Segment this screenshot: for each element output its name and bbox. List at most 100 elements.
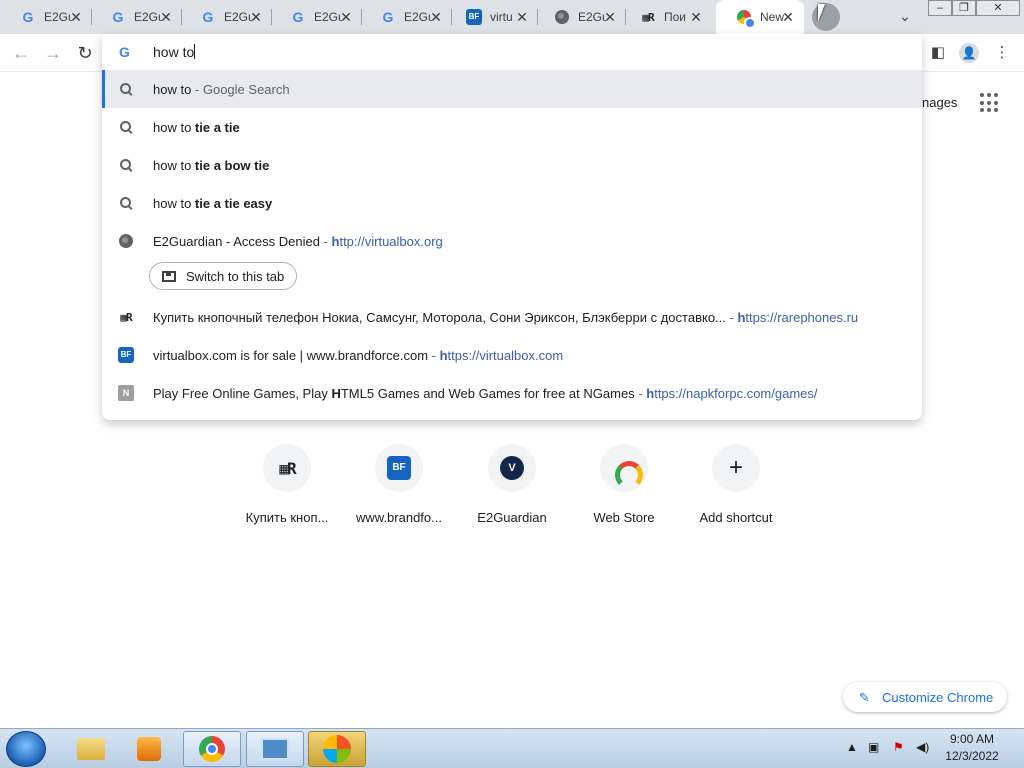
reload-icon[interactable]: ↻ [74,42,96,64]
side-panel-icon[interactable]: ◧ [928,43,948,63]
close-icon[interactable]: ✕ [158,9,174,25]
history-row[interactable]: N Play Free Online Games, Play HTML5 Gam… [102,374,922,412]
clock-time: 9:00 AM [949,732,995,746]
menu-kebab-icon[interactable]: ⋮ [992,43,1012,63]
action-center-icon[interactable]: ⚑ [893,740,904,754]
omnibox-text[interactable]: how to [153,44,196,60]
close-window-button[interactable]: ✕ [976,0,1020,16]
close-icon[interactable]: ✕ [248,9,264,25]
pencil-icon: ✎ [859,689,870,705]
customize-label: Customize Chrome [882,689,994,705]
shortcut-tile[interactable]: ▦R Купить кноп... [231,444,343,525]
webstore-icon [600,444,648,492]
search-icon [118,81,134,97]
shortcut-tile[interactable]: V E2Guardian [456,444,568,525]
profile-avatar-icon[interactable]: 👤 [959,43,979,63]
windows-logo-icon [323,735,351,763]
taskbar-clock[interactable]: 9:00 AM 12/3/2022 [936,731,1008,765]
suggestion-row[interactable]: how to - Google Search [102,70,922,108]
add-shortcut-tile[interactable]: + Add shortcut [680,444,792,525]
close-icon[interactable]: ✕ [428,9,444,25]
back-arrow-icon[interactable]: ← [10,42,32,64]
history-text: virtualbox.com is for sale | www.brandfo… [153,347,564,363]
search-icon [118,195,134,211]
folder-icon [77,738,105,760]
apps-grid-icon[interactable] [980,93,1000,113]
minimize-button[interactable]: – [928,0,952,16]
google-icon: G [292,9,304,25]
shortcut-label: www.brandfo... [356,510,442,525]
globe-icon [554,9,570,25]
tray-chevron-icon[interactable]: ▲ [846,740,858,754]
restore-button[interactable]: ❐ [952,0,976,16]
images-link[interactable]: nages [922,95,957,110]
media-player-icon [137,737,161,761]
taskbar-media-player[interactable] [120,731,178,767]
plus-icon: + [712,444,760,492]
tab-icon [162,270,176,282]
tab-6[interactable]: BF virtu ✕ [446,0,538,34]
suggestion-row[interactable]: how to tie a tie [102,108,922,146]
tab-new-tab-active[interactable]: New ✕ [716,0,804,34]
google-icon: G [22,9,34,25]
history-text: Купить кнопочный телефон Нокиа, Самсунг,… [153,309,859,325]
history-row[interactable]: ▦R Купить кнопочный телефон Нокиа, Самсу… [102,298,922,336]
google-icon: G [382,9,394,25]
forward-arrow-icon[interactable]: → [42,42,64,64]
close-icon[interactable]: ✕ [338,9,354,25]
tab-1[interactable]: G E2Gu ✕ [0,0,92,34]
close-icon[interactable]: ✕ [602,9,618,25]
switch-to-tab-button[interactable]: Switch to this tab [149,262,298,290]
tab-7[interactable]: E2Gu ✕ [534,0,626,34]
close-icon[interactable]: ✕ [780,9,796,25]
rarephones-icon: ▦R [263,444,311,492]
shortcut-label: Add shortcut [699,510,773,525]
close-icon[interactable]: ✕ [68,9,84,25]
volume-icon[interactable]: ◀) [916,740,929,754]
history-row[interactable]: E2Guardian - Access Denied - http://virt… [102,222,922,260]
close-icon[interactable]: ✕ [688,9,704,25]
suggestion-text: how to tie a tie easy [153,195,273,211]
taskbar-chrome[interactable] [183,731,241,767]
tab-2[interactable]: G E2Gu ✕ [90,0,182,34]
taskbar-explorer[interactable] [62,731,120,767]
google-icon: G [119,44,130,60]
close-icon[interactable]: ✕ [514,9,530,25]
switch-to-tab-label: Switch to this tab [186,268,285,284]
chrome-icon [736,9,756,29]
mouse-cursor [818,4,825,22]
history-text: Play Free Online Games, Play HTML5 Games… [153,385,818,401]
new-tab-button[interactable] [812,3,840,31]
omnibox-input[interactable]: G how to [102,34,922,70]
network-icon[interactable]: ▣ [868,740,879,754]
suggestion-text: how to tie a bow tie [153,157,270,173]
taskbar-control-panel[interactable] [246,731,304,767]
tab-4[interactable]: G E2Gu ✕ [270,0,362,34]
history-row[interactable]: BF virtualbox.com is for sale | www.bran… [102,336,922,374]
tab-search-chevron-icon[interactable]: ⌄ [896,8,914,26]
brandforce-icon: BF [118,347,134,363]
brandforce-icon: BF [466,9,482,25]
taskbar-windows-app[interactable] [308,731,366,767]
shortcut-label: E2Guardian [477,510,547,525]
chrome-icon [199,736,225,762]
rarephones-icon: ▦R [642,10,654,24]
shortcut-label: Web Store [593,510,655,525]
tab-5[interactable]: G E2Gu ✕ [360,0,452,34]
tab-8[interactable]: ▦R Пои ✕ [620,0,712,34]
clock-date: 12/3/2022 [945,749,999,763]
brandforce-icon: BF [375,444,423,492]
customize-chrome-button[interactable]: ✎ Customize Chrome [843,682,1007,712]
search-icon [118,157,134,173]
suggestion-row[interactable]: how to tie a tie easy [102,184,922,222]
rarephones-icon: ▦R [120,310,132,324]
suggestion-text: how to tie a tie [153,119,240,135]
suggestion-text: how to - Google Search [153,81,290,97]
shortcut-tile[interactable]: Web Store [568,444,680,525]
start-button[interactable] [6,731,46,767]
shortcut-tile[interactable]: BF www.brandfo... [343,444,455,525]
google-icon: G [112,9,124,25]
google-icon: G [202,9,214,25]
tab-3[interactable]: G E2Gu ✕ [180,0,272,34]
suggestion-row[interactable]: how to tie a bow tie [102,146,922,184]
